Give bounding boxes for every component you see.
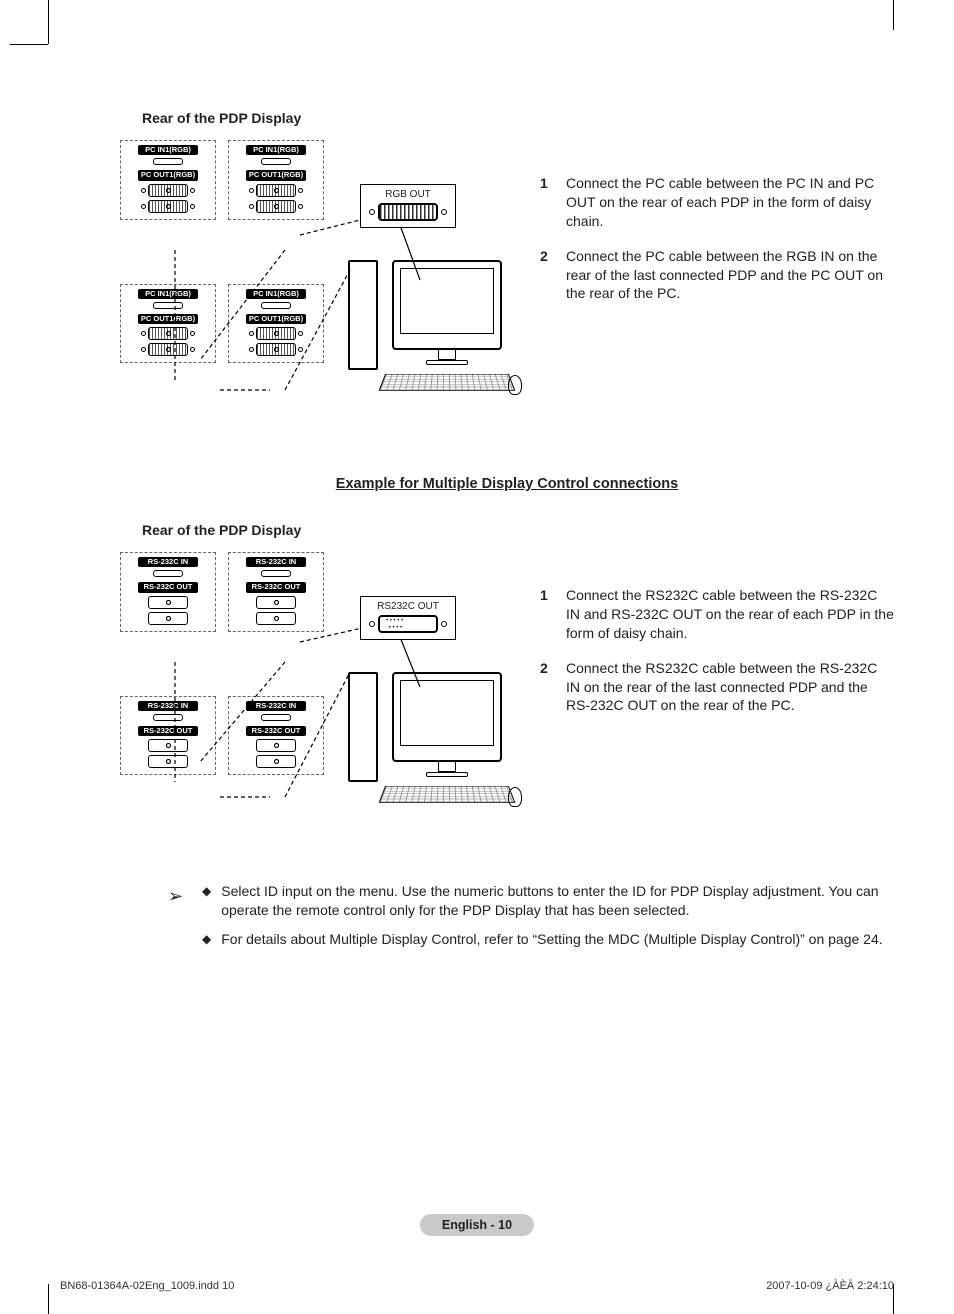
step-number: 2: [540, 659, 554, 716]
serial-connector: [148, 596, 188, 609]
page-number-badge: English - 10: [420, 1214, 534, 1236]
monitor-icon: [392, 672, 502, 762]
step-text: Connect the PC cable between the PC IN a…: [566, 174, 894, 231]
steps-list-2: 1 Connect the RS232C cable between the R…: [540, 586, 894, 715]
note-text: Select ID input on the menu. Use the num…: [221, 882, 884, 920]
pc-tower-icon: [348, 672, 378, 782]
pdp-panel: RS-232C IN RS-232C OUT: [228, 696, 324, 776]
pc-tower-icon: [348, 260, 378, 370]
port-slot: [261, 158, 291, 165]
mouse-icon: [508, 375, 522, 395]
port-label-in: PC IN1(RGB): [246, 289, 306, 299]
step-item: 2 Connect the RS232C cable between the R…: [540, 659, 894, 716]
pdp-panel: RS-232C IN RS-232C OUT: [120, 552, 216, 632]
serial-connector: [256, 755, 296, 768]
rs232c-out-box: RS232C OUT: [360, 596, 456, 640]
step-number: 1: [540, 586, 554, 643]
serial-connector: [256, 739, 296, 752]
pdp-panel: PC IN1(RGB) PC OUT1(RGB): [228, 284, 324, 364]
port-label-out: RS-232C OUT: [138, 582, 198, 592]
rgb-out-label: RGB OUT: [369, 189, 447, 200]
port-label-in: PC IN1(RGB): [138, 289, 198, 299]
step-text: Connect the RS232C cable between the RS-…: [566, 586, 894, 643]
serial-port-icon: [378, 615, 438, 633]
step-item: 1 Connect the RS232C cable between the R…: [540, 586, 894, 643]
note-item: ◆ Select ID input on the menu. Use the n…: [202, 882, 884, 920]
port-label-in: RS-232C IN: [246, 557, 306, 567]
section2-title: Rear of the PDP Display: [142, 522, 894, 538]
step-number: 1: [540, 174, 554, 231]
port-label-in: RS-232C IN: [138, 557, 198, 567]
notes-block: ➢ ◆ Select ID input on the menu. Use the…: [120, 882, 894, 949]
port-label-in: RS-232C IN: [246, 701, 306, 711]
port-label-out: PC OUT1(RGB): [138, 170, 198, 180]
step-text: Connect the RS232C cable between the RS-…: [566, 659, 894, 716]
port-slot: [153, 158, 183, 165]
mouse-icon: [508, 787, 522, 807]
note-text: For details about Multiple Display Contr…: [221, 930, 882, 949]
footer-timestamp: 2007-10-09 ¿ÀÈÄ 2:24:10: [766, 1280, 894, 1292]
diagram-rgb: PC IN1(RGB) PC OUT1(RGB) PC IN1(RGB) PC …: [120, 140, 520, 430]
port-slot: [261, 570, 291, 577]
diamond-icon: ◆: [202, 930, 211, 949]
vga-connector: [249, 200, 303, 213]
port-slot: [153, 714, 183, 721]
port-slot: [153, 302, 183, 309]
port-label-out: RS-232C OUT: [246, 726, 306, 736]
steps-list-1: 1 Connect the PC cable between the PC IN…: [540, 174, 894, 303]
vga-connector: [141, 327, 195, 340]
port-label-in: PC IN1(RGB): [246, 145, 306, 155]
port-label-out: RS-232C OUT: [246, 582, 306, 592]
computer-illustration: [348, 672, 518, 807]
rs232c-out-label: RS232C OUT: [369, 601, 447, 612]
serial-connector: [256, 612, 296, 625]
pdp-panel: PC IN1(RGB) PC OUT1(RGB): [120, 140, 216, 220]
computer-illustration: [348, 260, 518, 395]
note-item: ◆ For details about Multiple Display Con…: [202, 930, 884, 949]
diamond-icon: ◆: [202, 882, 211, 920]
step-item: 1 Connect the PC cable between the PC IN…: [540, 174, 894, 231]
port-label-in: PC IN1(RGB): [138, 145, 198, 155]
pdp-panel: PC IN1(RGB) PC OUT1(RGB): [120, 284, 216, 364]
step-number: 2: [540, 247, 554, 304]
serial-connector: [148, 612, 188, 625]
pdp-panel: RS-232C IN RS-232C OUT: [228, 552, 324, 632]
serial-connector: [256, 596, 296, 609]
serial-connector: [148, 755, 188, 768]
serial-connector: [148, 739, 188, 752]
vga-connector: [141, 184, 195, 197]
vga-connector: [141, 200, 195, 213]
section1-title: Rear of the PDP Display: [142, 110, 894, 126]
pdp-panel: RS-232C IN RS-232C OUT: [120, 696, 216, 776]
vga-port-icon: [378, 203, 438, 221]
keyboard-icon: [379, 374, 516, 391]
pdp-panel: PC IN1(RGB) PC OUT1(RGB): [228, 140, 324, 220]
rgb-out-box: RGB OUT: [360, 184, 456, 228]
port-slot: [261, 714, 291, 721]
monitor-icon: [392, 260, 502, 350]
vga-connector: [249, 343, 303, 356]
step-text: Connect the PC cable between the RGB IN …: [566, 247, 894, 304]
mid-heading: Example for Multiple Display Control con…: [120, 476, 894, 492]
diagram-rs232c: RS-232C IN RS-232C OUT RS-232C IN RS-232…: [120, 552, 520, 852]
vga-connector: [141, 343, 195, 356]
keyboard-icon: [379, 786, 516, 803]
step-item: 2 Connect the PC cable between the RGB I…: [540, 247, 894, 304]
footer-filename: BN68-01364A-02Eng_1009.indd 10: [60, 1280, 234, 1292]
port-label-out: PC OUT1(RGB): [138, 314, 198, 324]
port-label-out: PC OUT1(RGB): [246, 170, 306, 180]
port-label-out: RS-232C OUT: [138, 726, 198, 736]
port-slot: [153, 570, 183, 577]
chevron-icon: ➢: [168, 884, 183, 908]
vga-connector: [249, 327, 303, 340]
port-slot: [261, 302, 291, 309]
vga-connector: [249, 184, 303, 197]
port-label-out: PC OUT1(RGB): [246, 314, 306, 324]
port-label-in: RS-232C IN: [138, 701, 198, 711]
